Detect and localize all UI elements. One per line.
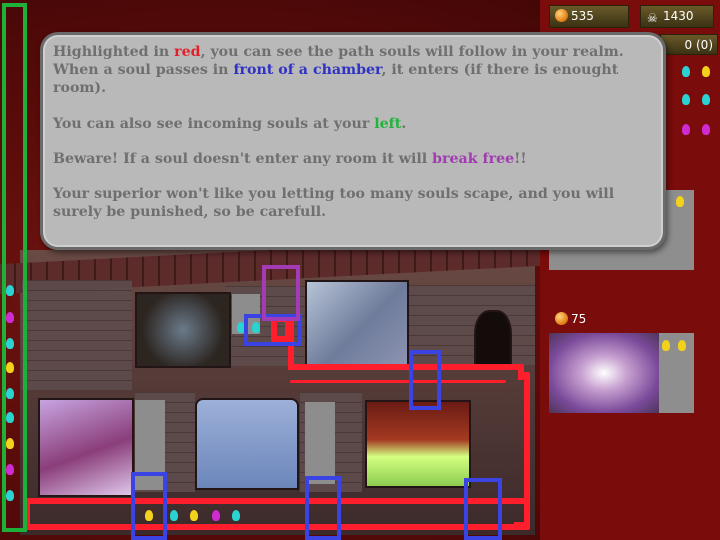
soul-path-segment — [24, 498, 530, 530]
incoming-souls-column — [2, 3, 27, 532]
card-cost: 75 — [550, 312, 586, 326]
soul-icon — [6, 490, 14, 501]
tutorial-dialog[interactable]: Highlighted in red, you can see the path… — [40, 32, 666, 250]
highlight-blue: front of a chamber — [233, 62, 382, 78]
soul-icon — [6, 412, 14, 423]
soul-icon — [170, 510, 178, 521]
soul-icon — [6, 388, 14, 399]
lightning-chamber-card[interactable] — [549, 333, 659, 413]
soul-icon — [662, 340, 670, 351]
soul-icon — [190, 510, 198, 521]
chamber-crossbow[interactable] — [135, 292, 231, 368]
soul-icon — [682, 124, 690, 135]
soul-icon — [702, 66, 710, 77]
coin-icon — [555, 312, 568, 325]
chamber-entry-marker — [305, 476, 341, 540]
chamber-entry-marker — [464, 478, 502, 540]
escaped-value: 0 (0) — [684, 38, 713, 52]
soul-icon — [682, 94, 690, 105]
empty-chamber-slot[interactable] — [305, 402, 335, 484]
soul-icon — [702, 124, 710, 135]
soul-path-segment — [288, 364, 524, 380]
chamber-witch[interactable] — [38, 398, 134, 497]
soul-icon — [678, 340, 686, 351]
chamber-dark-hole[interactable] — [474, 310, 512, 369]
soul-icon — [702, 94, 710, 105]
soul-icon — [6, 362, 14, 373]
soul-icon — [212, 510, 220, 521]
card-cost-value: 75 — [571, 312, 587, 326]
soul-icon — [676, 196, 684, 207]
soul-icon — [6, 338, 14, 349]
coin-icon — [555, 9, 568, 22]
soul-icon — [6, 464, 14, 475]
chamber-gothic-windows[interactable] — [195, 398, 299, 490]
soul-icon — [6, 285, 14, 296]
soul-icon — [6, 312, 14, 323]
brick-wall — [22, 280, 132, 390]
escaped-counter: 0 (0) — [660, 34, 718, 55]
gold-counter: 535 — [549, 5, 629, 28]
chamber-entry-marker — [131, 472, 167, 540]
game-view: 75 535 ☠ 1430 0 (0) Highlighted in red, y… — [0, 0, 720, 540]
soul-icon — [682, 66, 690, 77]
tutorial-paragraph-1: Highlighted in red, you can see the path… — [53, 44, 624, 96]
chamber-entry-marker — [409, 350, 441, 410]
gold-value: 535 — [571, 9, 594, 23]
soul-icon — [232, 510, 240, 521]
highlight-green: left — [374, 116, 402, 132]
tutorial-paragraph-2: You can also see incoming souls at your … — [53, 116, 407, 132]
tutorial-paragraph-4: Your superior won't like you letting too… — [53, 186, 615, 220]
kills-value: 1430 — [663, 9, 694, 23]
soul-icon — [6, 438, 14, 449]
soul-escape-marker — [262, 265, 300, 321]
soul-path-segment — [290, 380, 506, 383]
skull-icon: ☠ — [647, 11, 658, 25]
chamber-fire[interactable] — [365, 400, 471, 488]
tutorial-paragraph-3: Beware! If a soul doesn't enter any room… — [53, 151, 527, 167]
chamber-face[interactable] — [305, 280, 409, 366]
kills-counter: ☠ 1430 — [640, 5, 714, 28]
highlight-purple: break free — [432, 151, 515, 167]
highlight-red: red — [174, 44, 201, 60]
